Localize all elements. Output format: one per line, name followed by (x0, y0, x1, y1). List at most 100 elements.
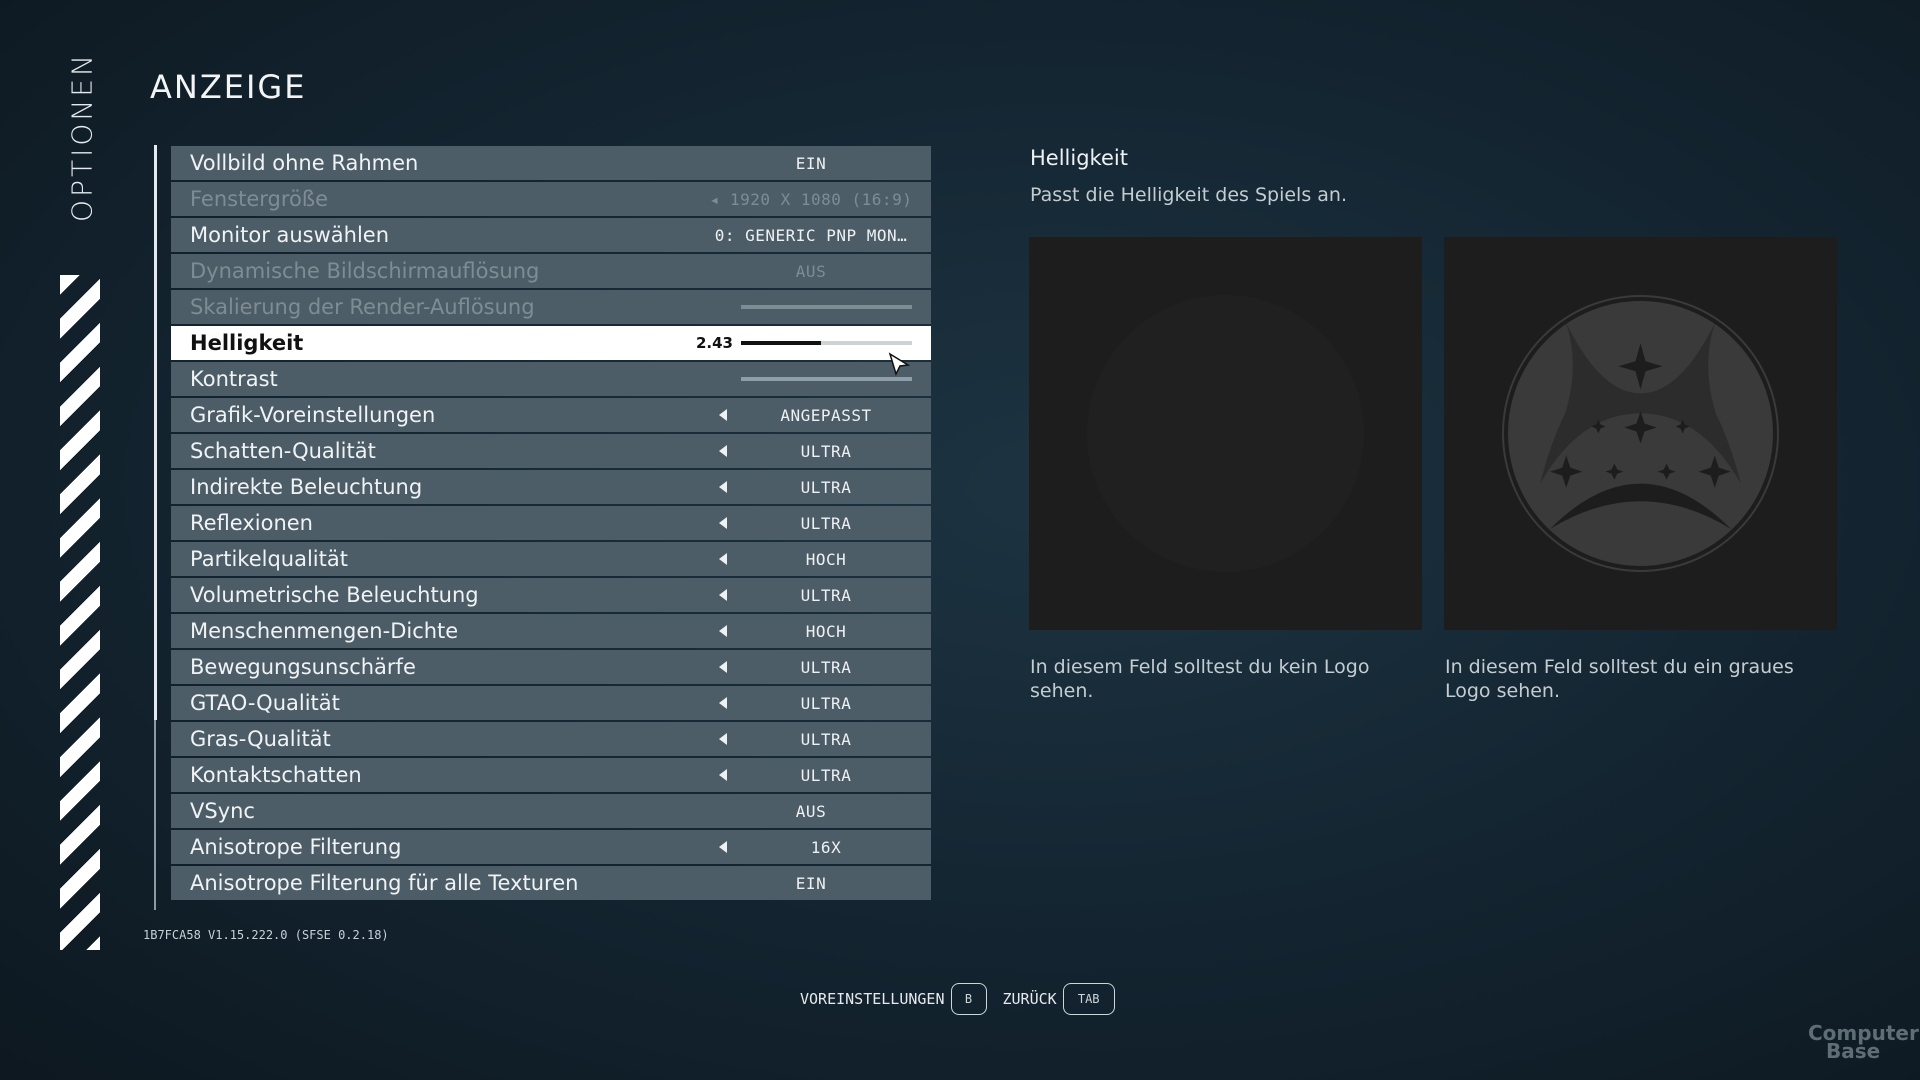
arrow-left-icon[interactable] (719, 661, 727, 673)
setting-label: Reflexionen (190, 511, 313, 535)
arrow-left-icon[interactable] (719, 733, 727, 745)
setting-label: Menschenmengen-Dichte (190, 619, 459, 643)
setting-value: ULTRA (800, 657, 852, 677)
setting-label: Dynamische Bildschirmauflösung (190, 259, 540, 283)
setting-row-monitor-select[interactable]: Monitor auswählen 0: GENERIC PNP MON… (171, 218, 931, 252)
brightness-test-panel-dark (1029, 237, 1422, 630)
setting-value: AUS (795, 801, 827, 821)
caption-no-logo: In diesem Feld solltest du kein Logo seh… (1030, 656, 1370, 702)
setting-row-contrast[interactable]: Kontrast (171, 362, 931, 396)
setting-row-render-resolution-scale: Skalierung der Render-Auflösung (171, 290, 931, 324)
setting-label: GTAO-Qualität (190, 691, 340, 715)
options-vertical-title: OPTIONEN (62, 52, 102, 222)
hazard-stripes-decoration (60, 275, 100, 950)
faint-logo-icon (1087, 295, 1364, 572)
setting-label: Bewegungsunschärfe (190, 655, 416, 679)
render-scale-slider (741, 305, 912, 309)
setting-row-dynamic-resolution: Dynamische Bildschirmauflösung AUS (171, 254, 931, 288)
setting-label: Monitor auswählen (190, 223, 390, 247)
setting-label: VSync (190, 799, 255, 823)
setting-label: Fenstergröße (190, 187, 329, 211)
menu-scroll-track (154, 720, 156, 910)
setting-label: Schatten-Qualität (190, 439, 376, 463)
setting-label: Kontaktschatten (190, 763, 362, 787)
contrast-slider[interactable] (741, 377, 912, 381)
page-title: ANZEIGE (150, 68, 307, 106)
setting-row-motion-blur[interactable]: Bewegungsunschärfe ULTRA (171, 650, 931, 684)
setting-label: Vollbild ohne Rahmen (190, 151, 419, 175)
setting-value: HOCH (805, 549, 847, 569)
arrow-left-icon[interactable] (719, 481, 727, 493)
setting-value: ULTRA (800, 729, 852, 749)
setting-value: EIN (795, 153, 827, 173)
watermark-logo: Computer Base (1808, 1023, 1919, 1061)
setting-label: Anisotrope Filterung für alle Texturen (190, 871, 579, 895)
arrow-left-icon[interactable] (719, 697, 727, 709)
arrow-left-icon[interactable] (719, 553, 727, 565)
setting-row-particle-quality[interactable]: Partikelqualität HOCH (171, 542, 931, 576)
back-key-button[interactable]: TAB (1062, 983, 1115, 1015)
setting-value: HOCH (805, 621, 847, 641)
setting-row-crowd-density[interactable]: Menschenmengen-Dichte HOCH (171, 614, 931, 648)
arrow-left-icon[interactable] (719, 445, 727, 457)
setting-row-anisotropic-all-textures[interactable]: Anisotrope Filterung für alle Texturen E… (171, 866, 931, 900)
arrow-left-icon[interactable] (719, 589, 727, 601)
arrow-left-icon[interactable] (719, 841, 727, 853)
brightness-value: 2.43 (695, 334, 733, 352)
setting-row-indirect-lighting[interactable]: Indirekte Beleuchtung ULTRA (171, 470, 931, 504)
window-size-value: 1920 X 1080 (16:9) (729, 189, 913, 209)
setting-label: Anisotrope Filterung (190, 835, 402, 859)
detail-title: Helligkeit (1030, 146, 1128, 170)
setting-value: ULTRA (800, 765, 852, 785)
arrow-left-icon[interactable] (719, 517, 727, 529)
brightness-slider-fill (741, 341, 822, 345)
setting-label: Grafik-Voreinstellungen (190, 403, 436, 427)
setting-value: ULTRA (800, 441, 852, 461)
setting-value: EIN (795, 873, 827, 893)
setting-label: Indirekte Beleuchtung (190, 475, 423, 499)
version-string: 1B7FCA58 V1.15.222.0 (SFSE 0.2.18) (143, 928, 389, 942)
setting-value: ULTRA (800, 477, 852, 497)
setting-row-brightness[interactable]: Helligkeit 2.43 (171, 326, 931, 360)
options-title-text: OPTIONEN (65, 52, 99, 222)
setting-value: ANGEPASST (780, 405, 872, 425)
caption-gray-logo: In diesem Feld solltest du ein graues Lo… (1445, 656, 1794, 702)
setting-row-graphics-preset[interactable]: Grafik-Voreinstellungen ANGEPASST (171, 398, 931, 432)
arrow-left-icon[interactable] (719, 409, 727, 421)
arrow-left-icon[interactable] (719, 769, 727, 781)
setting-value: ULTRA (800, 513, 852, 533)
setting-row-anisotropic-filtering[interactable]: Anisotrope Filterung 16X (171, 830, 931, 864)
setting-label: Gras-Qualität (190, 727, 331, 751)
footer-bar: VOREINSTELLUNGEN B ZURÜCK TAB (800, 982, 1131, 1016)
arrow-left-icon[interactable] (719, 625, 727, 637)
setting-label: Helligkeit (190, 331, 304, 355)
presets-key-button[interactable]: B (950, 983, 987, 1015)
setting-label: Volumetrische Beleuchtung (190, 583, 479, 607)
setting-row-vsync[interactable]: VSync AUS (171, 794, 931, 828)
menu-scroll-indicator[interactable] (154, 145, 157, 720)
settings-list: Vollbild ohne Rahmen EIN Fenstergröße ◂ … (171, 146, 931, 902)
setting-value: ULTRA (800, 693, 852, 713)
brightness-slider[interactable] (741, 341, 912, 345)
setting-row-borderless-fullscreen[interactable]: Vollbild ohne Rahmen EIN (171, 146, 931, 180)
setting-value: AUS (795, 261, 827, 281)
setting-row-window-size: Fenstergröße ◂ 1920 X 1080 (16:9) (171, 182, 931, 216)
setting-value: 0: GENERIC PNP MON… (714, 225, 908, 245)
setting-row-contact-shadows[interactable]: Kontaktschatten ULTRA (171, 758, 931, 792)
constellation-logo-icon (1502, 295, 1779, 572)
setting-value: ULTRA (800, 585, 852, 605)
mouse-cursor-icon (888, 352, 911, 377)
brightness-test-panel-gray (1444, 237, 1837, 630)
setting-row-shadow-quality[interactable]: Schatten-Qualität ULTRA (171, 434, 931, 468)
setting-label: Skalierung der Render-Auflösung (190, 295, 535, 319)
setting-row-volumetric-lighting[interactable]: Volumetrische Beleuchtung ULTRA (171, 578, 931, 612)
setting-row-grass-quality[interactable]: Gras-Qualität ULTRA (171, 722, 931, 756)
presets-label[interactable]: VOREINSTELLUNGEN (800, 990, 945, 1008)
setting-row-gtao-quality[interactable]: GTAO-Qualität ULTRA (171, 686, 931, 720)
setting-value: 16X (810, 837, 842, 857)
setting-row-reflections[interactable]: Reflexionen ULTRA (171, 506, 931, 540)
setting-label: Partikelqualität (190, 547, 348, 571)
setting-value: ◂ 1920 X 1080 (16:9) (709, 189, 913, 209)
back-label[interactable]: ZURÜCK (1003, 990, 1057, 1008)
detail-description: Passt die Helligkeit des Spiels an. (1030, 184, 1347, 206)
